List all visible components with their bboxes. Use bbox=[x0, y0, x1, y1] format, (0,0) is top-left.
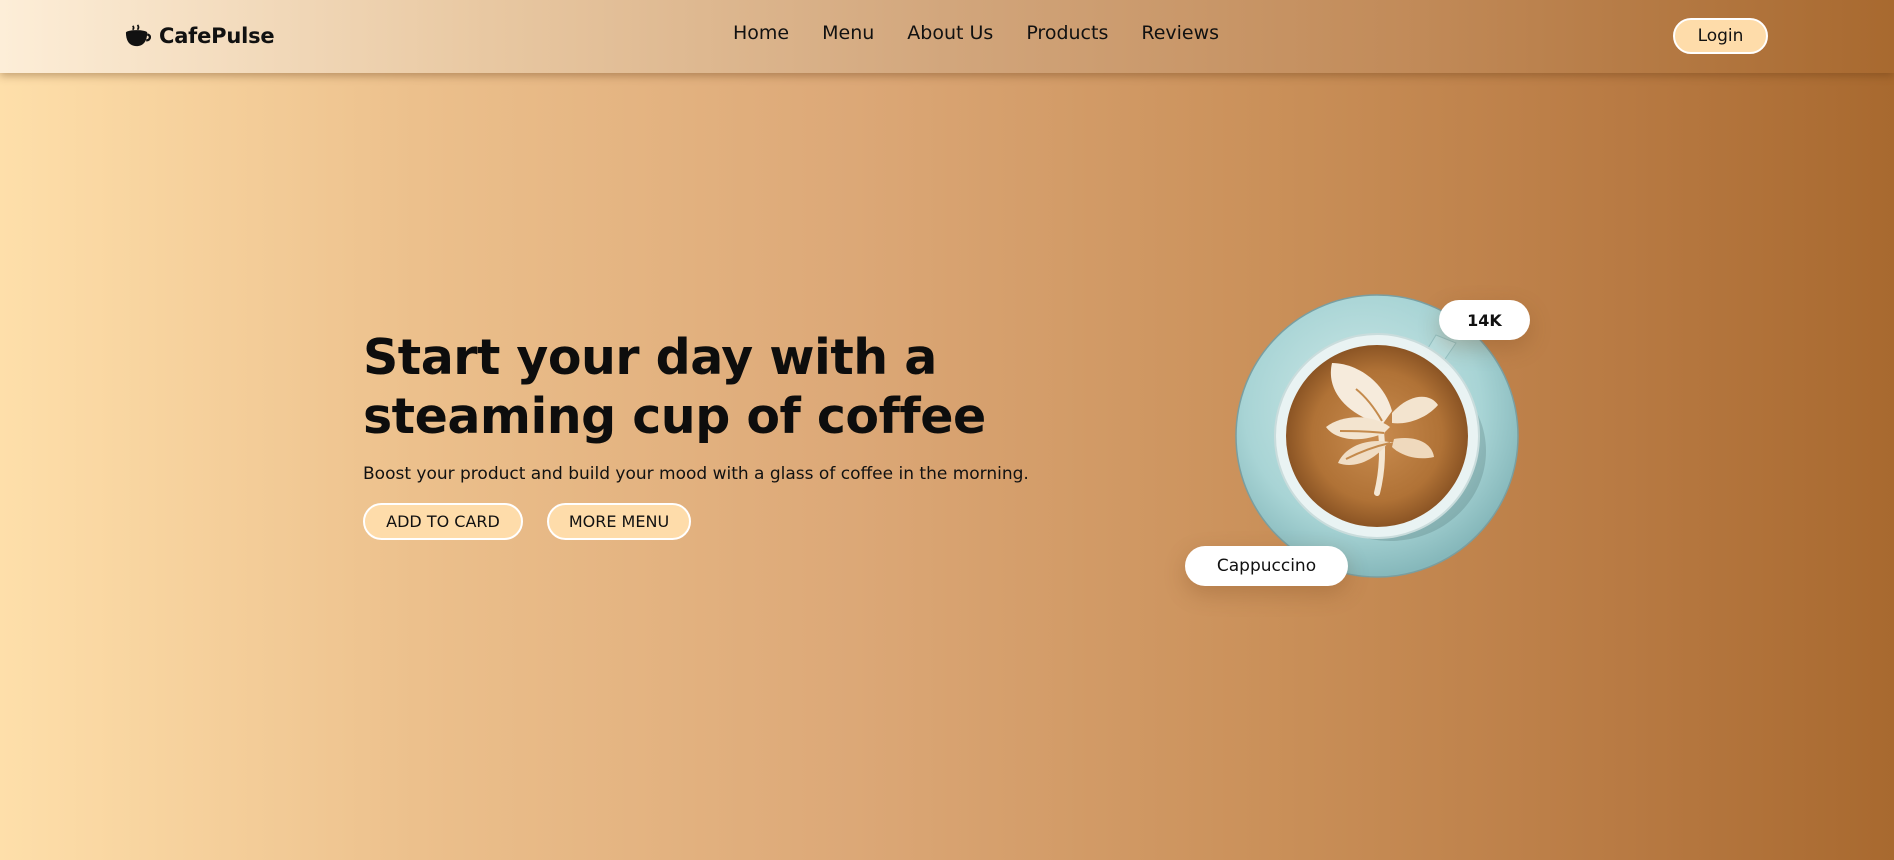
more-menu-button[interactable]: MORE MENU bbox=[547, 503, 691, 540]
nav-menu: Home Menu About Us Products Reviews bbox=[733, 22, 1219, 44]
hero-title: Start your day with a steaming cup of co… bbox=[363, 329, 986, 445]
nav-link-products[interactable]: Products bbox=[1026, 22, 1108, 44]
nav-link-reviews[interactable]: Reviews bbox=[1141, 22, 1219, 44]
nav-link-home[interactable]: Home bbox=[733, 22, 789, 44]
login-button[interactable]: Login bbox=[1673, 18, 1768, 54]
nav-link-about-us[interactable]: About Us bbox=[907, 22, 993, 44]
nav-item-home: Home bbox=[733, 22, 789, 44]
product-name-badge: Cappuccino bbox=[1185, 546, 1348, 586]
likes-badge: 14K bbox=[1439, 300, 1530, 340]
add-to-card-button[interactable]: ADD TO CARD bbox=[363, 503, 523, 540]
nav-link-menu[interactable]: Menu bbox=[822, 22, 874, 44]
nav-item-products: Products bbox=[1026, 22, 1108, 44]
coffee-cup-icon bbox=[125, 23, 151, 46]
nav-item-about-us: About Us bbox=[907, 22, 993, 44]
nav-item-menu: Menu bbox=[822, 22, 874, 44]
hero-text-block: Start your day with a steaming cup of co… bbox=[363, 328, 1153, 540]
top-navbar: CafePulse Home Menu About Us Products Re… bbox=[0, 0, 1894, 73]
brand-logo[interactable]: CafePulse bbox=[124, 19, 275, 53]
nav-item-reviews: Reviews bbox=[1141, 22, 1219, 44]
brand-name: CafePulse bbox=[159, 24, 275, 48]
hero-subtitle: Boost your product and build your mood w… bbox=[363, 464, 1029, 484]
